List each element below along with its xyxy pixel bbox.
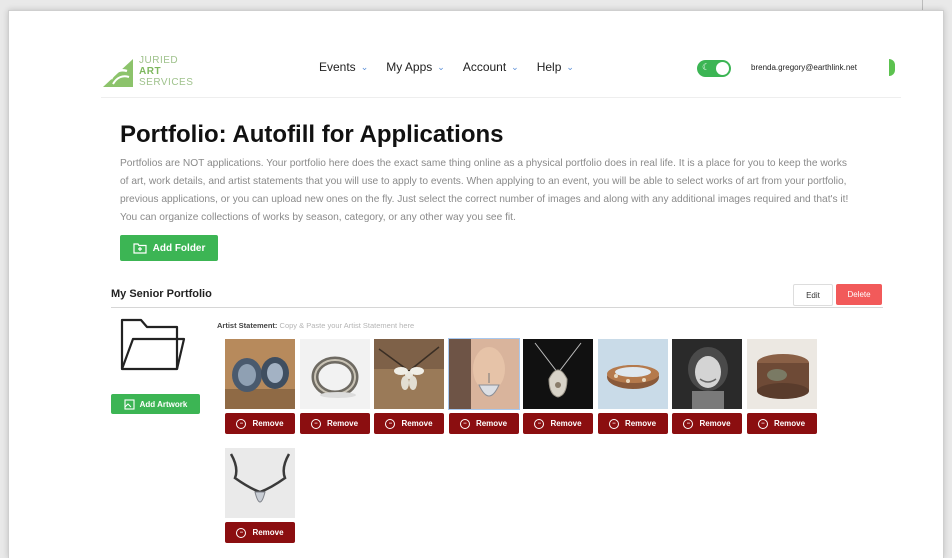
brand-name: JURIED ART SERVICES [139, 55, 193, 88]
artwork-image[interactable] [225, 448, 295, 518]
artwork-tile: − Remove [225, 339, 295, 434]
chevron-down-icon: ⌄ [566, 61, 574, 72]
remove-icon: − [534, 418, 545, 429]
artwork-tile: − Remove [523, 339, 593, 434]
artwork-image[interactable] [374, 339, 444, 409]
artwork-tile: − Remove [597, 339, 668, 434]
image-plus-icon [124, 398, 135, 410]
nav-events-label: Events [319, 60, 356, 74]
artwork-image[interactable] [672, 339, 742, 409]
artist-statement-placeholder: Copy & Paste your Artist Statement here [279, 321, 415, 330]
artist-statement-field[interactable]: Artist Statement: Copy & Paste your Arti… [217, 321, 414, 330]
delete-folder-button[interactable]: Delete [836, 284, 882, 305]
remove-label: Remove [773, 419, 806, 428]
nav-my-apps[interactable]: My Apps ⌄ [386, 60, 445, 74]
artwork-tile: − Remove [299, 339, 370, 434]
remove-label: Remove [624, 419, 657, 428]
remove-artwork-button[interactable]: − Remove [597, 413, 668, 434]
remove-label: Remove [326, 419, 359, 428]
chevron-down-icon: ⌄ [437, 61, 445, 72]
header-divider [101, 97, 901, 98]
artwork-tile: − Remove [746, 339, 817, 434]
remove-icon: − [236, 527, 247, 538]
page: JURIED ART SERVICES Events ⌄ My Apps ⌄ A… [8, 10, 944, 558]
remove-artwork-button[interactable]: − Remove [672, 413, 742, 434]
remove-artwork-button[interactable]: − Remove [374, 413, 444, 434]
page-intro: Portfolios are NOT applications. Your po… [120, 158, 849, 223]
artwork-image[interactable] [523, 339, 593, 409]
remove-icon: − [385, 418, 396, 429]
nav-events[interactable]: Events ⌄ [319, 60, 368, 74]
folder-title: My Senior Portfolio [111, 288, 212, 300]
chevron-down-icon: ⌄ [511, 61, 519, 72]
artwork-tile: − Remove [374, 339, 444, 434]
remove-icon: − [757, 418, 768, 429]
brand-logo-icon [103, 59, 133, 87]
artwork-image[interactable] [447, 338, 520, 410]
folder-divider [111, 307, 883, 308]
page-edge-line [922, 0, 923, 10]
remove-artwork-button[interactable]: − Remove [746, 413, 817, 434]
artwork-tile: − Remove [672, 339, 742, 434]
nav-account-label: Account [462, 60, 507, 74]
remove-label: Remove [475, 419, 508, 428]
user-email[interactable]: brenda.gregory@earthlink.net [751, 63, 857, 72]
nav-account[interactable]: Account ⌄ [463, 60, 519, 74]
add-folder-button[interactable]: Add Folder [120, 235, 218, 261]
artwork-image[interactable] [597, 339, 668, 409]
edit-folder-button[interactable]: Edit [793, 284, 833, 306]
dark-mode-toggle[interactable]: ☾ [697, 60, 731, 77]
user-menu-edge[interactable] [889, 59, 895, 76]
artwork-image[interactable] [299, 339, 370, 409]
main-nav: Events ⌄ My Apps ⌄ Account ⌄ Help ⌄ [319, 60, 574, 74]
add-artwork-label: Add Artwork [139, 399, 188, 409]
nav-help-label: Help [536, 60, 562, 74]
remove-label: Remove [550, 419, 582, 428]
remove-icon: − [310, 418, 321, 429]
remove-icon: − [236, 418, 247, 429]
artwork-tile: − Remove [225, 448, 295, 543]
toggle-knob [716, 62, 729, 75]
folder-plus-icon [133, 242, 147, 254]
brand-line-2: ART [139, 66, 162, 77]
remove-label: Remove [699, 419, 731, 428]
remove-artwork-button[interactable]: − Remove [225, 413, 295, 434]
add-folder-label: Add Folder [152, 242, 206, 254]
remove-label: Remove [252, 419, 284, 428]
artwork-tile: − Remove [447, 338, 520, 434]
remove-artwork-button[interactable]: − Remove [225, 522, 295, 543]
nav-help[interactable]: Help ⌄ [537, 60, 574, 74]
chevron-down-icon: ⌄ [360, 61, 369, 72]
page-title: Portfolio: Autofill for Applications [120, 121, 504, 148]
brand-logo[interactable]: JURIED ART SERVICES [101, 53, 201, 93]
add-artwork-button[interactable]: Add Artwork [111, 394, 200, 414]
folder-icon [120, 318, 186, 371]
moon-icon: ☾ [702, 62, 711, 72]
remove-label: Remove [401, 419, 433, 428]
nav-my-apps-label: My Apps [386, 60, 433, 74]
remove-icon: − [459, 418, 470, 429]
artwork-image[interactable] [746, 339, 817, 409]
remove-icon: − [683, 418, 694, 429]
brand-line-1: JURIED [139, 55, 179, 66]
remove-artwork-button[interactable]: − Remove [448, 413, 519, 434]
artist-statement-label: Artist Statement: [217, 321, 278, 330]
remove-artwork-button[interactable]: − Remove [299, 413, 370, 434]
brand-line-3: SERVICES [139, 77, 194, 88]
artwork-image[interactable] [225, 339, 295, 409]
remove-label: Remove [252, 528, 284, 537]
remove-icon: − [608, 418, 619, 429]
remove-artwork-button[interactable]: − Remove [523, 413, 593, 434]
